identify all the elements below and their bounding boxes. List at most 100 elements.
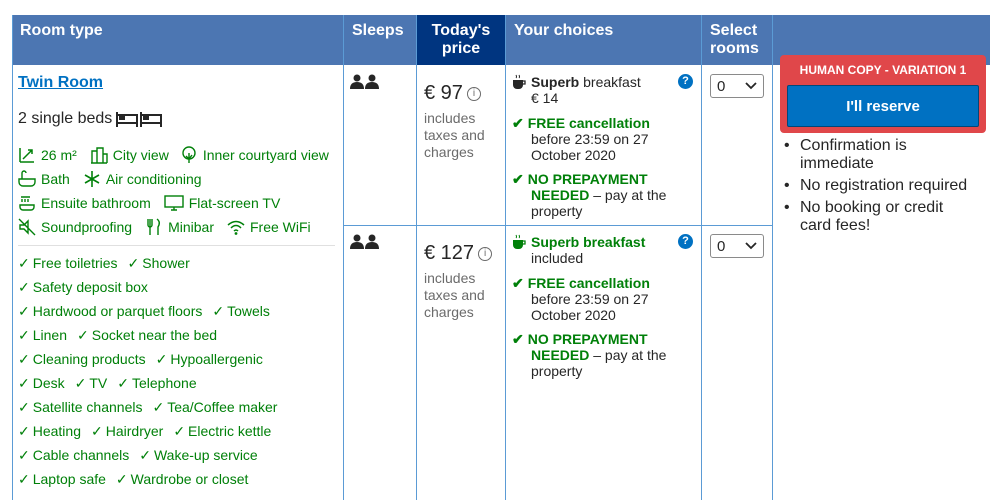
- facility-row: Bath Air conditioning: [18, 170, 202, 188]
- amenity-label: Desk: [32, 375, 65, 391]
- room-size: 26 m²: [41, 147, 77, 163]
- amenity-label: Shower: [142, 255, 190, 271]
- prepayment-title: NEEDED: [531, 187, 590, 203]
- coffee-cup-icon: [513, 234, 526, 249]
- amenity-row: ✓ Hardwood or parquet floors ✓ Towels: [18, 303, 280, 320]
- reserve-button[interactable]: I'll reserve: [787, 85, 979, 127]
- two-persons-icon: [350, 74, 379, 89]
- amenity-item: ✓ Electric kettle: [173, 423, 271, 439]
- amenity-row: ✓ Cable channels ✓ Wake-up service: [18, 447, 268, 464]
- amenity-label: Tea/Coffee maker: [167, 399, 278, 415]
- amenity-label: TV: [89, 375, 108, 391]
- divider: [18, 245, 335, 246]
- amenity-label: Cable channels: [32, 447, 130, 463]
- amenity-label: Hypoallergenic: [170, 351, 263, 367]
- check-icon: ✓: [127, 255, 140, 271]
- header-price-line1: Today's: [431, 22, 491, 39]
- ensuite-bathroom-icon: [19, 196, 35, 211]
- cancellation-line: before 23:59 on 27: [531, 291, 649, 307]
- room-quantity-select[interactable]: 0: [710, 234, 764, 258]
- benefit-item: • No registration required: [784, 177, 984, 195]
- header-price-line2: price: [441, 40, 481, 57]
- chevron-down-icon: [745, 82, 757, 90]
- amenity-label: Heating: [32, 423, 81, 439]
- check-icon: ✔: [512, 115, 524, 131]
- benefit-line: No registration required: [800, 177, 968, 194]
- grid-line: [343, 15, 344, 500]
- room-size-icon: [19, 148, 34, 163]
- grid-line: [416, 15, 417, 500]
- amenity-row: ✓ Safety deposit box: [18, 279, 158, 296]
- amenity-row: ✓ Desk ✓ TV ✓ Telephone: [18, 375, 207, 392]
- check-icon: ✔: [512, 171, 524, 187]
- header-select-line2: rooms: [710, 40, 759, 57]
- price: € 127 i: [424, 242, 493, 265]
- check-icon: ✔: [512, 331, 524, 347]
- amenity-label: Satellite channels: [32, 399, 143, 415]
- amenity-label: Hairdryer: [105, 423, 164, 439]
- soundproofing: Soundproofing: [41, 219, 133, 235]
- check-icon: ✓: [152, 399, 165, 415]
- cancellation-title: FREE cancellation: [527, 115, 650, 131]
- grid-line: [701, 15, 702, 500]
- variation-highlight: HUMAN COPY - VARIATION 1 I'll reserve: [780, 55, 986, 133]
- city-view-icon: [90, 147, 108, 164]
- check-icon: ✓: [18, 447, 30, 463]
- amenity-label: Telephone: [132, 375, 197, 391]
- amenity-row: ✓ Heating ✓ Hairdryer ✓ Electric kettle: [18, 423, 281, 440]
- benefit-item: • Confirmation is immediate: [784, 137, 984, 173]
- amenity-item: ✓ Socket near the bed: [77, 327, 217, 343]
- chevron-down-icon: [745, 242, 757, 250]
- price-value: € 97: [424, 82, 463, 104]
- breakfast-title: Superb: [531, 74, 580, 90]
- header-sleeps: Sleeps: [344, 15, 416, 65]
- bed-text: 2 single beds: [18, 110, 113, 127]
- cancellation-line: October 2020: [531, 307, 616, 323]
- amenity-row: ✓ Satellite channels ✓ Tea/Coffee maker: [18, 399, 287, 416]
- amenity-label: Wardrobe or closet: [130, 471, 249, 487]
- info-icon[interactable]: i: [478, 247, 493, 261]
- amenity-label: Electric kettle: [188, 423, 272, 439]
- prepayment-line: property: [531, 363, 583, 379]
- amenity-item: ✓ Cleaning products: [18, 351, 146, 367]
- facility-row: Ensuite bathroom Flat-screen TV: [18, 194, 280, 212]
- header-todays-price: Today's price: [417, 15, 505, 65]
- flat-screen-tv: Flat-screen TV: [188, 195, 281, 211]
- bed-icon: [116, 112, 163, 127]
- room-table: Room type Sleeps Today's price Your choi…: [0, 0, 1000, 500]
- info-icon[interactable]: i: [466, 87, 481, 101]
- check-icon: ✓: [18, 471, 30, 487]
- select-value: 0: [717, 237, 726, 255]
- tax-line: taxes and: [424, 127, 485, 143]
- check-icon: ✓: [18, 399, 30, 415]
- amenity-item: ✓ Desk: [18, 375, 65, 391]
- facility-row: 26 m² City view Inner courtyard view: [18, 146, 329, 164]
- bullet-icon: •: [784, 137, 790, 154]
- cancellation-info: ✔ FREE cancellation before 23:59 on 27 Oc…: [512, 115, 650, 163]
- coffee-cup-icon: [513, 74, 526, 89]
- room-name-link[interactable]: Twin Room: [18, 74, 103, 92]
- amenity-item: ✓ Safety deposit box: [18, 279, 148, 295]
- header-room-type-label: Room type: [20, 22, 103, 39]
- header-choices-label: Your choices: [514, 22, 614, 39]
- amenity-label: Socket near the bed: [91, 327, 218, 343]
- check-icon: ✓: [18, 423, 30, 439]
- bath-icon: [18, 170, 36, 187]
- reserve-button-label: I'll reserve: [846, 97, 920, 115]
- room-quantity-select[interactable]: 0: [710, 74, 764, 98]
- benefit-line: card fees!: [800, 217, 871, 234]
- tax-note: includes taxes and charges: [424, 270, 504, 321]
- tax-line: taxes and: [424, 287, 485, 303]
- benefit-line: immediate: [800, 155, 874, 172]
- prepayment-info: ✔ NO PREPAYMENT NEEDED – pay at the prope…: [512, 171, 666, 219]
- check-icon: ✓: [18, 279, 30, 295]
- amenity-item: ✓ Telephone: [117, 375, 196, 391]
- amenity-label: Laptop safe: [32, 471, 106, 487]
- amenity-item: ✓ Heating: [18, 423, 81, 439]
- amenity-row: ✓ Free toiletries ✓ Shower: [18, 255, 200, 272]
- help-icon[interactable]: ?: [678, 234, 693, 249]
- prepayment-info: ✔ NO PREPAYMENT NEEDED – pay at the prope…: [512, 331, 666, 379]
- price: € 97 i: [424, 82, 481, 105]
- help-icon[interactable]: ?: [678, 74, 693, 89]
- grid-line: [12, 15, 13, 500]
